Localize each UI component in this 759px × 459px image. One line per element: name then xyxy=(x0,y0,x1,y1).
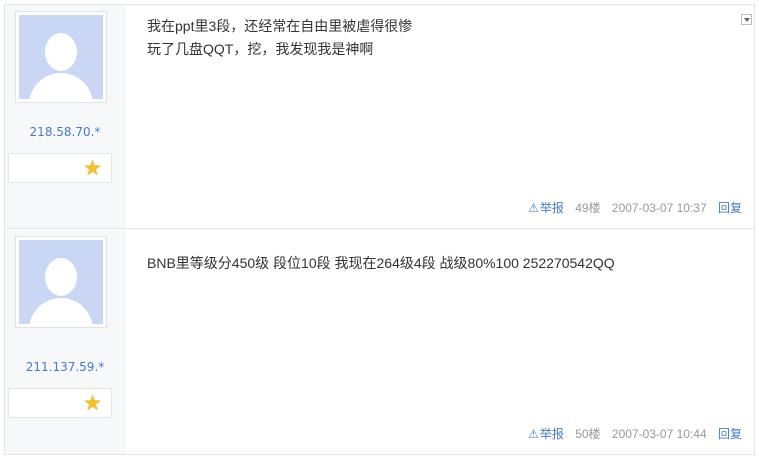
post-time: 2007-03-07 10:44 xyxy=(611,427,707,441)
avatar[interactable] xyxy=(15,11,107,103)
post-line: 玩了几盘QQT，挖，我发现我是神啊 xyxy=(147,41,374,57)
default-avatar-icon xyxy=(19,15,103,99)
user-rank: ★ xyxy=(8,388,112,418)
floor-number: 50楼 xyxy=(575,427,601,441)
post-content: 我在ppt里3段，还经常在自由里被虐得很惨 玩了几盘QQT，挖，我发现我是神啊 xyxy=(147,15,737,61)
avatar[interactable] xyxy=(15,236,107,328)
warning-icon: ⚠ xyxy=(528,201,539,215)
user-sidebar: 218.58.70.* ★ xyxy=(5,5,125,228)
post-menu-button[interactable] xyxy=(741,14,752,25)
post-content: BNB里等级分450级 段位10段 我现在264级4段 战级80%100 252… xyxy=(147,252,737,275)
user-rank: ★ xyxy=(8,153,112,183)
report-label: 举报 xyxy=(539,201,564,215)
star-icon: ★ xyxy=(83,156,102,180)
floor-number: 49楼 xyxy=(575,201,601,215)
warning-icon: ⚠ xyxy=(528,427,539,441)
default-avatar-icon xyxy=(19,240,103,324)
user-ip[interactable]: 218.58.70.* xyxy=(5,125,125,139)
reply-link[interactable]: 回复 xyxy=(718,201,742,215)
report-link[interactable]: ⚠举报 xyxy=(528,201,564,215)
post-50: 211.137.59.* ★ BNB里等级分450级 段位10段 我现在264级… xyxy=(5,230,754,454)
post-time: 2007-03-07 10:37 xyxy=(611,201,707,215)
post-line: 我在ppt里3段，还经常在自由里被虐得很惨 xyxy=(147,18,413,34)
chevron-down-icon xyxy=(744,18,750,22)
report-label: 举报 xyxy=(539,427,564,441)
reply-link[interactable]: 回复 xyxy=(718,427,742,441)
post-meta: ⚠举报 50楼 2007-03-07 10:44 回复 xyxy=(528,425,742,442)
thread-container: 218.58.70.* ★ 我在ppt里3段，还经常在自由里被虐得很惨 玩了几盘… xyxy=(4,4,755,455)
star-icon: ★ xyxy=(83,391,102,415)
user-ip[interactable]: 211.137.59.* xyxy=(5,360,125,374)
post-meta: ⚠举报 49楼 2007-03-07 10:37 回复 xyxy=(528,199,742,216)
report-link[interactable]: ⚠举报 xyxy=(528,427,564,441)
post-line: BNB里等级分450级 段位10段 我现在264级4段 战级80%100 252… xyxy=(147,255,615,271)
user-sidebar: 211.137.59.* ★ xyxy=(5,230,125,454)
post-49: 218.58.70.* ★ 我在ppt里3段，还经常在自由里被虐得很惨 玩了几盘… xyxy=(5,5,754,229)
